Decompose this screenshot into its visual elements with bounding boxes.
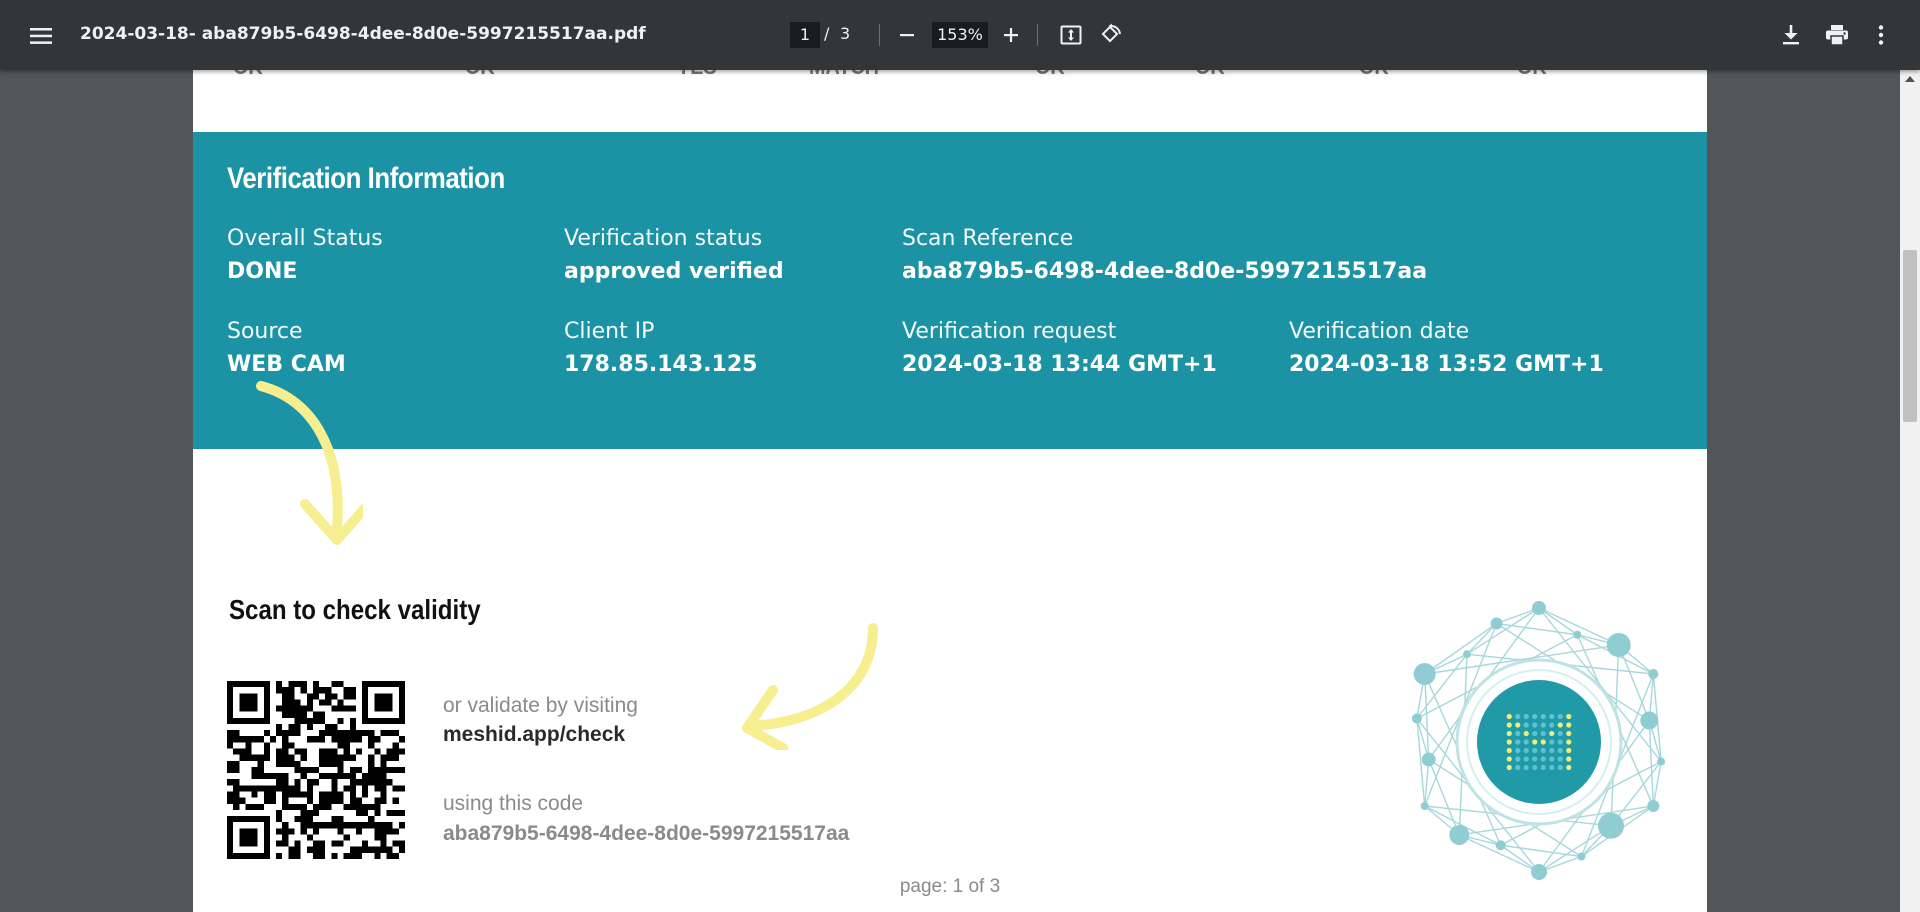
field-label: Overall Status [227,226,383,251]
verification-date: Verification date 2024-03-18 13:52 GMT+1 [1289,319,1604,377]
table-cell: OK [1359,70,1389,80]
scroll-thumb[interactable] [1903,250,1917,422]
pdf-page: OK OK YES MATCH OK OK OK OK Verification… [193,70,1707,912]
download-icon [1783,25,1799,45]
print-icon [1826,25,1848,45]
print-button[interactable] [1820,18,1854,52]
table-cell: MATCH [809,70,879,80]
zoom-in-button[interactable] [994,18,1028,52]
validate-url: meshid.app/check [443,723,626,746]
page-total: 3 [840,24,851,43]
qr-code-image [227,681,405,859]
zoom-input[interactable] [932,22,988,48]
menu-icon [30,28,52,44]
menu-button[interactable] [24,19,58,53]
verification-title: Verification Information [227,162,505,195]
source: Source WEB CAM [227,319,346,377]
validate-instruction: or validate by visiting [443,694,638,717]
field-label: Client IP [564,319,655,344]
verification-info-panel: Verification Information Overall Status … [193,132,1707,449]
scan-heading: Scan to check validity [229,594,481,625]
meshid-logo [1411,601,1666,880]
client-ip: Client IP 178.85.143.125 [564,319,757,377]
more-actions-button[interactable] [1864,18,1898,52]
page-footer: page: 1 of 3 [899,876,1001,897]
rotate-icon [1101,23,1121,43]
field-value: 2024-03-18 13:52 GMT+1 [1289,352,1604,377]
more-vert-icon [1878,25,1884,45]
scroll-up-arrow[interactable] [1905,76,1915,82]
toolbar-divider [1037,24,1038,46]
field-value: aba879b5-6498-4dee-8d0e-5997215517aa [902,259,1428,284]
code-label: using this code [443,792,584,815]
zoom-out-button[interactable] [890,18,924,52]
field-value: approved verified [564,259,784,284]
overall-status: Overall Status DONE [227,226,383,284]
field-label: Verification request [902,319,1117,344]
pdf-toolbar: 2024-03-18- aba879b5-6498-4dee-8d0e-5997… [0,0,1920,70]
table-cell: OK [465,70,495,80]
field-label: Scan Reference [902,226,1074,251]
field-value: DONE [227,259,298,284]
field-value: WEB CAM [227,352,346,377]
page-separator: / [824,24,830,43]
previous-table-row: OK OK YES MATCH OK OK OK OK [193,70,1707,84]
vertical-scrollbar[interactable] [1900,70,1920,912]
table-cell: OK [233,70,263,80]
field-label: Verification status [564,226,763,251]
fit-page-icon [1060,25,1082,45]
verification-request: Verification request 2024-03-18 13:44 GM… [902,319,1217,377]
table-cell: YES [677,70,717,80]
scan-reference: Scan Reference aba879b5-6498-4dee-8d0e-5… [902,226,1427,284]
rotate-button[interactable] [1094,18,1128,52]
download-button[interactable] [1774,18,1808,52]
field-value: 2024-03-18 13:44 GMT+1 [902,352,1217,377]
field-label: Source [227,319,303,344]
annotation-arrow-left [742,623,878,750]
document-title: 2024-03-18- aba879b5-6498-4dee-8d0e-5997… [80,24,646,44]
plus-icon [1004,28,1018,42]
table-cell: OK [1035,70,1065,80]
annotation-arrow-down [256,381,363,545]
fit-to-page-button[interactable] [1054,18,1088,52]
table-cell: OK [1195,70,1225,80]
toolbar-divider [879,24,880,46]
minus-icon [900,34,914,37]
field-value: 178.85.143.125 [564,352,758,377]
code-value: aba879b5-6498-4dee-8d0e-5997215517aa [443,822,850,845]
page-number-input[interactable] [790,22,820,48]
field-label: Verification date [1289,319,1470,344]
table-cell: OK [1517,70,1547,80]
verification-status: Verification status approved verified [564,226,784,284]
